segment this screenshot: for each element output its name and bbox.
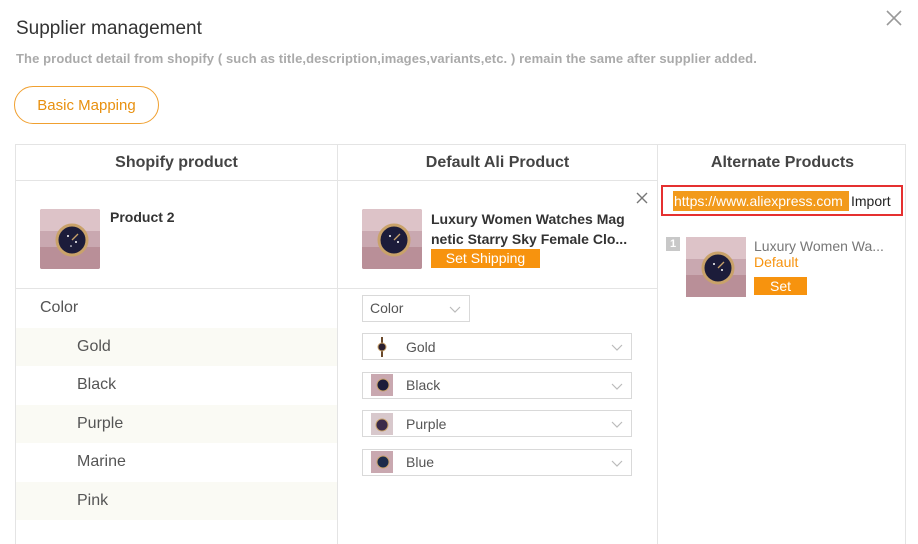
close-icon[interactable] (882, 6, 906, 30)
import-url-box: https://www.aliexpress.com Import (661, 185, 903, 216)
shopify-variant-row: Purple (16, 404, 337, 443)
product-thumbnail (40, 209, 100, 269)
set-shipping-button[interactable]: Set Shipping (431, 249, 540, 268)
alternate-product-thumbnail (686, 237, 746, 297)
variant-thumbnail (371, 374, 393, 397)
ali-variant-row: Gold (338, 328, 657, 367)
ali-variant-row: Black (338, 366, 657, 405)
ali-variant-row: Purple (338, 405, 657, 444)
ali-product-thumbnail (362, 209, 422, 269)
alternate-product-title[interactable]: Luxury Women Wa... (754, 238, 884, 254)
alternate-product-item: 1 Luxury Women Wa... Default Set (666, 237, 904, 299)
alternate-products-column: Alternate Products https://www.aliexpres… (657, 145, 907, 544)
dialog-title: Supplier management (16, 18, 202, 39)
shopify-variant-name: Gold (77, 337, 111, 355)
variant-select-value: Black (406, 377, 441, 394)
supplier-url-input[interactable]: https://www.aliexpress.com (673, 191, 849, 211)
import-button[interactable]: Import (851, 191, 891, 211)
variant-select-value: Blue (406, 454, 435, 471)
option-select[interactable]: Color (362, 294, 470, 322)
shopify-product-row: Product 2 (16, 181, 337, 289)
mapping-table: Shopify product Product 2 Color Gold Bla… (15, 144, 906, 544)
shopify-product-column: Shopify product Product 2 Color Gold Bla… (16, 145, 337, 544)
alternate-index-badge: 1 (666, 237, 680, 251)
shopify-product-name: Product 2 (110, 209, 175, 225)
ali-product-row: Luxury Women Watches Mag netic Starry Sk… (338, 181, 657, 289)
option-select-value: Color (370, 300, 404, 317)
ali-product-header: Default Ali Product (338, 145, 657, 181)
chevron-down-icon (611, 460, 623, 467)
shopify-variant-row: Pink (16, 481, 337, 520)
variant-select-value: Purple (406, 415, 447, 432)
variant-select[interactable]: Black (362, 371, 632, 399)
alternate-products-header: Alternate Products (710, 154, 855, 171)
ali-product-title[interactable]: Luxury Women Watches Mag netic Starry Sk… (431, 209, 641, 249)
chevron-down-icon (611, 344, 623, 352)
chevron-down-icon (449, 306, 461, 313)
alternate-set-button[interactable]: Set (754, 277, 807, 295)
variant-thumbnail (371, 335, 393, 358)
remove-supplier-icon[interactable] (635, 191, 649, 205)
variant-select-value: Gold (406, 338, 436, 355)
variant-select[interactable]: Gold (362, 333, 632, 361)
variant-select[interactable]: Purple (362, 410, 632, 438)
option-group-name: Color (40, 299, 79, 317)
variant-thumbnail (371, 451, 393, 474)
shopify-variant-name: Purple (77, 414, 124, 432)
shopify-variant-name: Black (77, 376, 117, 394)
alternate-default-status: Default (754, 254, 799, 270)
chevron-down-icon (611, 421, 623, 429)
shopify-variant-row: Gold (16, 327, 337, 366)
basic-mapping-button[interactable]: Basic Mapping (14, 86, 159, 124)
shopify-variant-name: Marine (77, 453, 126, 471)
dialog-subtitle: The product detail from shopify ( such a… (16, 51, 757, 66)
variant-thumbnail (371, 412, 393, 435)
option-select-row: Color (338, 289, 657, 328)
ali-variant-row: Blue (338, 443, 657, 482)
chevron-down-icon (611, 383, 623, 390)
ali-product-column: Default Ali Product Luxury Women Watches… (337, 145, 657, 544)
shopify-variant-name: Pink (77, 491, 109, 509)
shopify-variant-row: Black (16, 366, 337, 405)
shopify-variant-row: Marine (16, 443, 337, 482)
variant-select[interactable]: Blue (362, 448, 632, 476)
shopify-product-header: Shopify product (16, 145, 337, 181)
option-group-label: Color (16, 289, 337, 328)
